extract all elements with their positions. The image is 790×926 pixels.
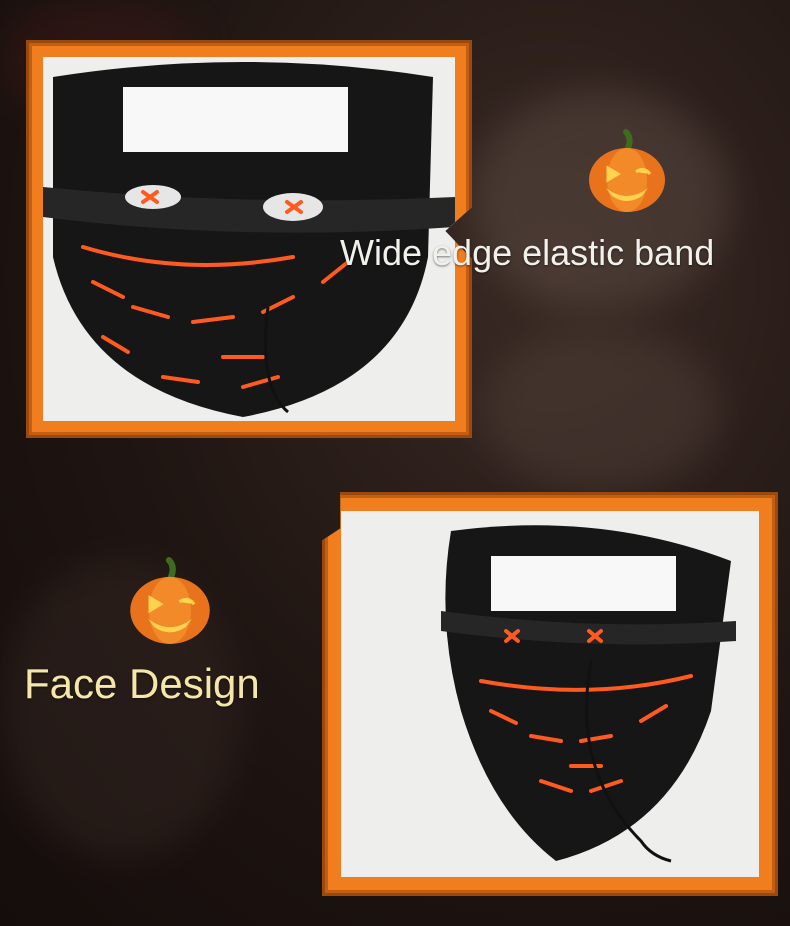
pumpkin-icon-left (130, 557, 210, 644)
pumpkin-icon-top (589, 129, 665, 212)
caption-elastic-band: Wide edge elastic band (340, 232, 715, 273)
background-shape (480, 330, 720, 490)
mask-side-image (341, 511, 759, 877)
bottom-photo (341, 511, 759, 877)
caption-face-design: Face Design (24, 660, 260, 707)
bottom-photo-frame (322, 492, 778, 896)
